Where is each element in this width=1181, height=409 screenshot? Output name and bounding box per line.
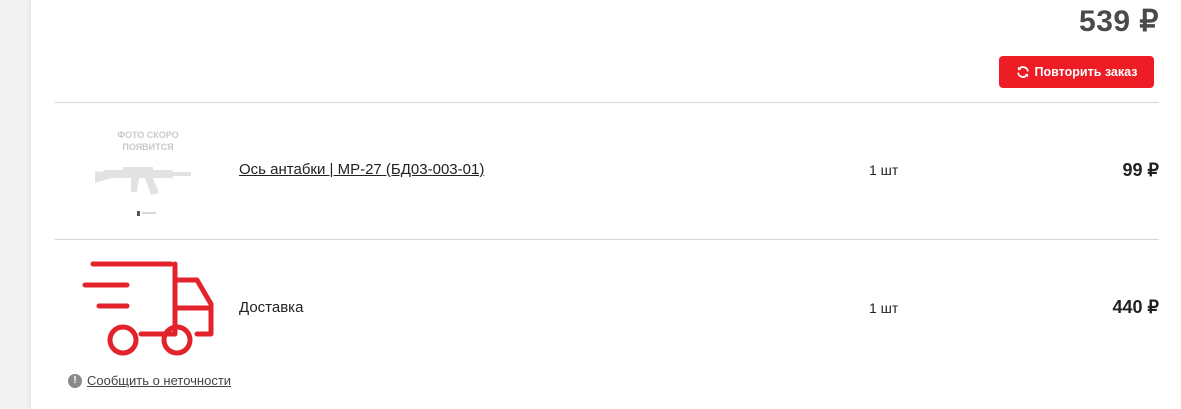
product-photo-placeholder: ФОТО СКОРО ПОЯВИТСЯ (93, 117, 203, 227)
item-quantity: 1 шт (869, 300, 899, 316)
info-icon: ! (68, 373, 82, 388)
repeat-order-label: Повторить заказ (1034, 65, 1138, 79)
order-item-row: ФОТО СКОРО ПОЯВИТСЯ Ось антабки | МР-27 … (31, 103, 1181, 240)
item-price: 440 ₽ (1112, 297, 1160, 317)
product-link[interactable]: Ось антабки | МР-27 (БД03-003-01) (239, 161, 484, 178)
rifle-silhouette-icon (95, 167, 191, 216)
order-card: 539 ₽ Повторить заказ ФОТО СКОРО ПОЯВИТС… (31, 0, 1181, 409)
item-price: 99 ₽ (1122, 160, 1159, 180)
report-inaccuracy-label: Сообщить о неточности (87, 373, 232, 388)
delivery-label: Доставка (239, 299, 304, 316)
order-item-row: Доставка 1 шт 440 ₽ (31, 240, 1181, 377)
item-quantity: 1 шт (869, 162, 899, 178)
delivery-truck-icon (82, 261, 214, 356)
order-total: 539 ₽ (1079, 5, 1159, 38)
report-inaccuracy-link[interactable]: ! Сообщить о неточности (68, 373, 231, 388)
refresh-icon (1016, 66, 1029, 78)
repeat-order-button[interactable]: Повторить заказ (999, 56, 1154, 88)
